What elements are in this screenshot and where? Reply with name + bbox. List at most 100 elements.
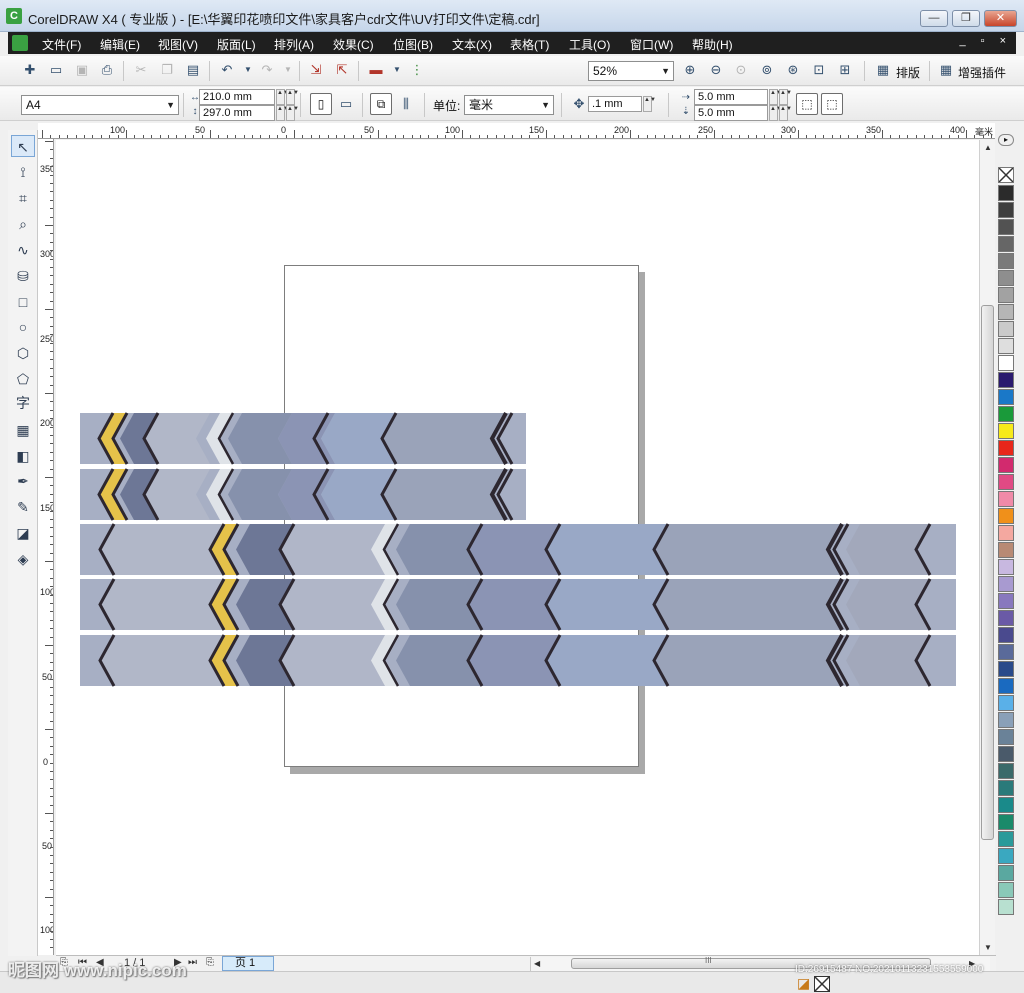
chevron-strip-artwork[interactable] (56, 140, 979, 955)
zoom-out-icon[interactable]: ⊖ (706, 60, 726, 80)
undo-dropdown-icon[interactable]: ▼ (238, 60, 258, 80)
scroll-down-arrow-icon[interactable]: ▼ (984, 943, 992, 952)
minimize-button[interactable]: — (920, 10, 948, 27)
vertical-scrollbar[interactable]: ▲ ▼ (979, 140, 995, 955)
import-icon[interactable]: ⇲ (306, 60, 326, 80)
document-icon[interactable] (12, 35, 28, 51)
launcher-dropdown-icon[interactable]: ▼ (387, 60, 407, 80)
paste-icon[interactable]: ▤ (183, 60, 203, 80)
zoom-in-icon[interactable]: ⊕ (680, 60, 700, 80)
menu-window[interactable]: 窗口(W) (630, 36, 673, 53)
duplicate-x-spinner[interactable]: ▲▼ (769, 89, 782, 105)
close-button[interactable]: ✕ (984, 10, 1017, 27)
print-icon[interactable]: ⎙ (97, 60, 117, 80)
color-swatch[interactable] (998, 440, 1014, 456)
drawing-canvas[interactable] (56, 140, 979, 955)
duplicate-y-spinner-2[interactable]: ▲▼ (779, 105, 792, 121)
width-lock[interactable]: ▲▼ (286, 89, 299, 105)
zoom-to-page-icon[interactable]: ⊛ (783, 60, 803, 80)
color-swatch[interactable] (998, 457, 1014, 473)
paiban-button-label[interactable]: 排版 (896, 64, 920, 81)
nudge-offset-field[interactable]: .1 mm (588, 96, 642, 112)
color-swatch[interactable] (998, 729, 1014, 745)
color-swatch[interactable] (998, 678, 1014, 694)
color-swatch[interactable] (998, 542, 1014, 558)
smart-fill-tool-icon[interactable]: ⛁ (11, 265, 35, 287)
menu-help[interactable]: 帮助(H) (692, 36, 733, 53)
outline-tool-icon[interactable]: ✎ (11, 496, 35, 518)
interactive-fill-tool-icon[interactable]: ◈ (11, 548, 35, 570)
color-swatch[interactable] (998, 899, 1014, 915)
menu-effects[interactable]: 效果(C) (333, 36, 374, 53)
color-swatch[interactable] (998, 695, 1014, 711)
nudge-spinner[interactable]: ▲▼ (643, 96, 656, 112)
duplicate-distance-y-field[interactable]: 5.0 mm (694, 105, 768, 121)
duplicate-distance-x-field[interactable]: 5.0 mm (694, 89, 768, 105)
color-swatch[interactable] (998, 253, 1014, 269)
interactive-blend-tool-icon[interactable]: ◧ (11, 445, 35, 467)
maximize-button[interactable]: ❐ (952, 10, 980, 27)
text-tool-icon[interactable]: 字 (11, 392, 35, 414)
eyedropper-tool-icon[interactable]: ✒ (11, 470, 35, 492)
menu-edit[interactable]: 编辑(E) (100, 36, 140, 53)
palette-scroll-up-icon[interactable]: ▸ (998, 134, 1014, 146)
color-swatch[interactable] (998, 746, 1014, 762)
landscape-orientation-icon[interactable]: ▭ (336, 94, 356, 114)
paiban-icon[interactable]: ▦ (873, 60, 893, 80)
color-swatch[interactable] (998, 321, 1014, 337)
zoom-page-height-icon[interactable]: ⊞ (835, 60, 855, 80)
ellipse-tool-icon[interactable]: ○ (11, 316, 35, 338)
color-swatch[interactable] (998, 593, 1014, 609)
color-swatch[interactable] (998, 406, 1014, 422)
menu-tools[interactable]: 工具(O) (569, 36, 610, 53)
zoom-level-select[interactable]: 52% ▼ (588, 61, 674, 81)
color-swatch[interactable] (998, 491, 1014, 507)
height-lock[interactable]: ▲▼ (286, 105, 299, 121)
color-swatch[interactable] (998, 389, 1014, 405)
page-size-select[interactable]: A4 ▼ (21, 95, 179, 115)
color-swatch[interactable] (998, 814, 1014, 830)
color-swatch[interactable] (998, 202, 1014, 218)
menu-arrange[interactable]: 排列(A) (274, 36, 314, 53)
basic-shapes-tool-icon[interactable]: ⬠ (11, 368, 35, 390)
shape-tool-icon[interactable]: ⟟ (11, 161, 35, 183)
redo-icon[interactable]: ↷ (257, 60, 277, 80)
color-swatch[interactable] (998, 423, 1014, 439)
new-document-icon[interactable]: ✚ (20, 60, 40, 80)
scroll-up-arrow-icon[interactable]: ▲ (984, 143, 992, 152)
menu-table[interactable]: 表格(T) (510, 36, 549, 53)
table-tool-icon[interactable]: ▦ (11, 419, 35, 441)
width-spinner[interactable]: ▲▼ (276, 89, 289, 105)
menu-view[interactable]: 视图(V) (158, 36, 198, 53)
open-folder-icon[interactable]: ▭ (46, 60, 66, 80)
height-spinner[interactable]: ▲▼ (276, 105, 289, 121)
cut-icon[interactable]: ✂ (131, 60, 151, 80)
insert-page-after-icon[interactable]: ⎘ (206, 957, 214, 968)
fill-outline-indicator[interactable]: ◪ (797, 975, 837, 993)
current-page-icon[interactable]: ⫼ (396, 94, 416, 114)
color-swatch[interactable] (998, 865, 1014, 881)
horizontal-ruler[interactable]: 100 50 0 50 100 150 200 250 300 350 400 … (38, 123, 995, 139)
duplicate-x-spinner-2[interactable]: ▲▼ (779, 89, 792, 105)
zoom-selected-icon[interactable]: ⊙ (731, 60, 751, 80)
treat-as-filled-icon[interactable]: ⬚ (796, 93, 818, 115)
color-swatch[interactable] (998, 576, 1014, 592)
color-swatch[interactable] (998, 831, 1014, 847)
menu-layout[interactable]: 版面(L) (217, 36, 256, 53)
color-swatch[interactable] (998, 644, 1014, 660)
color-swatch[interactable] (998, 338, 1014, 354)
menu-bitmaps[interactable]: 位图(B) (393, 36, 433, 53)
units-select[interactable]: 毫米 ▼ (464, 95, 554, 115)
no-color-swatch[interactable] (998, 167, 1014, 183)
color-swatch[interactable] (998, 627, 1014, 643)
color-swatch[interactable] (998, 525, 1014, 541)
welcome-screen-icon[interactable]: ⋮ (407, 60, 427, 80)
menu-file[interactable]: 文件(F) (42, 36, 81, 53)
color-swatch[interactable] (998, 780, 1014, 796)
fill-tool-icon[interactable]: ◪ (11, 522, 35, 544)
zoom-tool-icon[interactable]: ⌕ (11, 213, 35, 235)
snap-to-objects-icon[interactable]: ⬚ (821, 93, 843, 115)
color-swatch[interactable] (998, 355, 1014, 371)
freehand-tool-icon[interactable]: ∿ (11, 239, 35, 261)
document-window-controls[interactable]: _ ▫ × (959, 35, 1012, 47)
